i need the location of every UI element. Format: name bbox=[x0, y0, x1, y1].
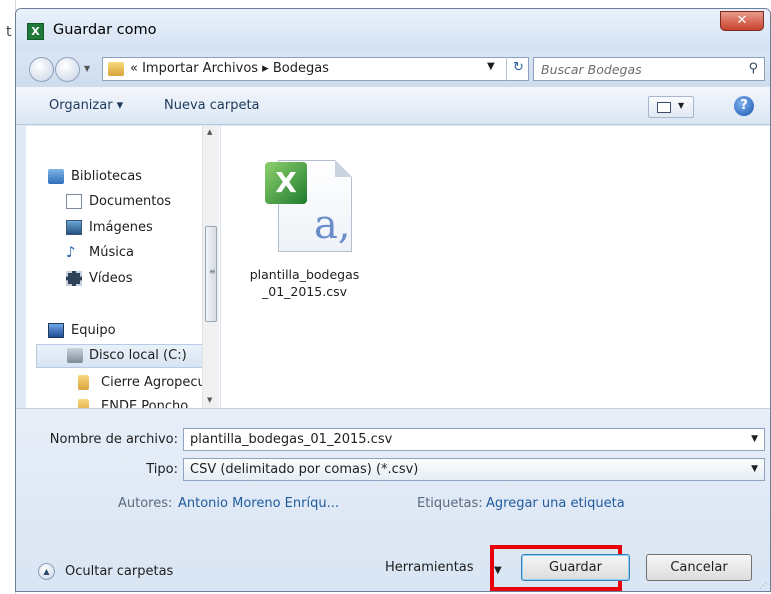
chevron-down-icon[interactable]: ▼ bbox=[751, 464, 758, 474]
cancel-button[interactable]: Cancelar bbox=[646, 554, 752, 581]
chevron-down-icon[interactable]: ▼ bbox=[751, 434, 758, 444]
chevron-up-icon: ▲ bbox=[38, 563, 55, 580]
music-icon: ♪ bbox=[66, 243, 76, 261]
save-as-dialog: X Guardar como ✕ ▼ « Importar Archivos ▸… bbox=[15, 8, 771, 592]
type-label: Tipo: bbox=[146, 462, 178, 477]
tags-field[interactable]: Agregar una etiqueta bbox=[486, 496, 625, 511]
nav-label: Equipo bbox=[71, 323, 116, 338]
back-button[interactable] bbox=[29, 57, 54, 82]
file-name: plantilla_bodegas _01_2015.csv bbox=[242, 266, 367, 300]
save-options-panel: Nombre de archivo: plantilla_bodegas_01_… bbox=[16, 408, 770, 591]
computer-icon bbox=[48, 323, 64, 338]
nav-scrollbar[interactable]: ▲ ≡ ▼ bbox=[202, 126, 219, 408]
search-icon[interactable]: ⚲ bbox=[748, 61, 758, 76]
address-row: ▼ « Importar Archivos ▸ Bodegas ▼ ↻ Busc… bbox=[16, 51, 770, 87]
address-bar[interactable]: « Importar Archivos ▸ Bodegas ▼ ↻ bbox=[102, 57, 529, 81]
help-icon[interactable]: ? bbox=[734, 96, 754, 116]
disk-icon bbox=[67, 348, 83, 363]
toolbar: Organizar ▾ Nueva carpeta ▼ ? bbox=[16, 87, 770, 125]
title-bar: X Guardar como ✕ bbox=[16, 9, 770, 51]
scroll-down-icon[interactable]: ▼ bbox=[207, 396, 212, 404]
folder-icon bbox=[78, 375, 89, 390]
scroll-thumb[interactable]: ≡ bbox=[205, 226, 217, 322]
navigation-pane: Bibliotecas Documentos Imágenes ♪ Música… bbox=[26, 126, 221, 408]
nav-label: Documentos bbox=[89, 194, 172, 209]
search-input[interactable]: Buscar Bodegas ⚲ bbox=[533, 57, 765, 81]
image-icon bbox=[66, 220, 82, 235]
forward-button[interactable] bbox=[55, 57, 80, 82]
filename-field[interactable]: plantilla_bodegas_01_2015.csv ▼ bbox=[183, 428, 765, 451]
excel-badge-icon: X bbox=[265, 162, 307, 204]
filename-value: plantilla_bodegas_01_2015.csv bbox=[190, 432, 393, 447]
nav-label: Cierre Agropecua bbox=[101, 375, 214, 390]
window-title: Guardar como bbox=[53, 22, 157, 38]
type-value: CSV (delimitado por comas) (*.csv) bbox=[190, 462, 419, 477]
nav-label: Imágenes bbox=[89, 220, 153, 235]
close-button[interactable]: ✕ bbox=[720, 11, 764, 31]
refresh-icon[interactable]: ↻ bbox=[506, 57, 530, 81]
file-type-glyph: a, bbox=[314, 202, 351, 248]
hide-folders-label: Ocultar carpetas bbox=[65, 564, 174, 579]
video-icon bbox=[66, 271, 82, 286]
breadcrumb[interactable]: « Importar Archivos ▸ Bodegas bbox=[130, 61, 329, 76]
nav-label: ENDE Poncho bbox=[101, 399, 189, 408]
grip-icon: ≡ bbox=[209, 267, 216, 276]
folder-icon bbox=[78, 399, 89, 408]
tags-label: Etiquetas: bbox=[417, 496, 483, 511]
tools-dropdown-icon[interactable]: ▼ bbox=[494, 565, 502, 576]
filename-label: Nombre de archivo: bbox=[49, 432, 178, 447]
sheet-peek-text: t bbox=[6, 24, 12, 40]
type-select[interactable]: CSV (delimitado por comas) (*.csv) ▼ bbox=[183, 458, 765, 481]
nav-label: Bibliotecas bbox=[71, 169, 142, 184]
tools-button[interactable]: Herramientas bbox=[385, 560, 474, 575]
folder-icon bbox=[108, 62, 124, 76]
new-folder-button[interactable]: Nueva carpeta bbox=[164, 98, 260, 113]
libraries-icon bbox=[48, 169, 64, 184]
organize-button[interactable]: Organizar ▾ bbox=[49, 98, 123, 113]
scroll-up-icon[interactable]: ▲ bbox=[207, 128, 212, 136]
chevron-down-icon[interactable]: ▼ bbox=[678, 101, 684, 110]
save-button[interactable]: Guardar bbox=[521, 554, 630, 581]
excel-icon: X bbox=[27, 23, 44, 40]
nav-item-local-disk[interactable]: Disco local (C:) bbox=[36, 344, 212, 368]
change-view-button[interactable]: ▼ bbox=[648, 96, 694, 118]
document-icon bbox=[66, 194, 82, 209]
file-name-line: plantilla_bodegas bbox=[249, 267, 360, 282]
authors-field[interactable]: Antonio Moreno Enríqu... bbox=[178, 496, 339, 511]
sheet-gridline bbox=[0, 0, 16, 594]
nav-label: Vídeos bbox=[89, 271, 133, 286]
file-name-line: _01_2015.csv bbox=[262, 284, 347, 299]
authors-label: Autores: bbox=[118, 496, 173, 511]
file-item[interactable]: X a, plantilla_bodegas _01_2015.csv bbox=[242, 140, 367, 300]
file-list: X a, plantilla_bodegas _01_2015.csv bbox=[221, 126, 770, 408]
address-dropdown[interactable]: ▼ bbox=[487, 61, 495, 72]
view-icon bbox=[657, 102, 671, 113]
search-placeholder: Buscar Bodegas bbox=[541, 62, 642, 77]
nav-label: Disco local (C:) bbox=[89, 348, 187, 363]
recent-locations-dropdown[interactable]: ▼ bbox=[84, 64, 90, 73]
page-fold bbox=[335, 160, 352, 177]
resize-grip-icon[interactable]: ⋰ bbox=[759, 581, 767, 590]
nav-label: Música bbox=[89, 245, 134, 260]
